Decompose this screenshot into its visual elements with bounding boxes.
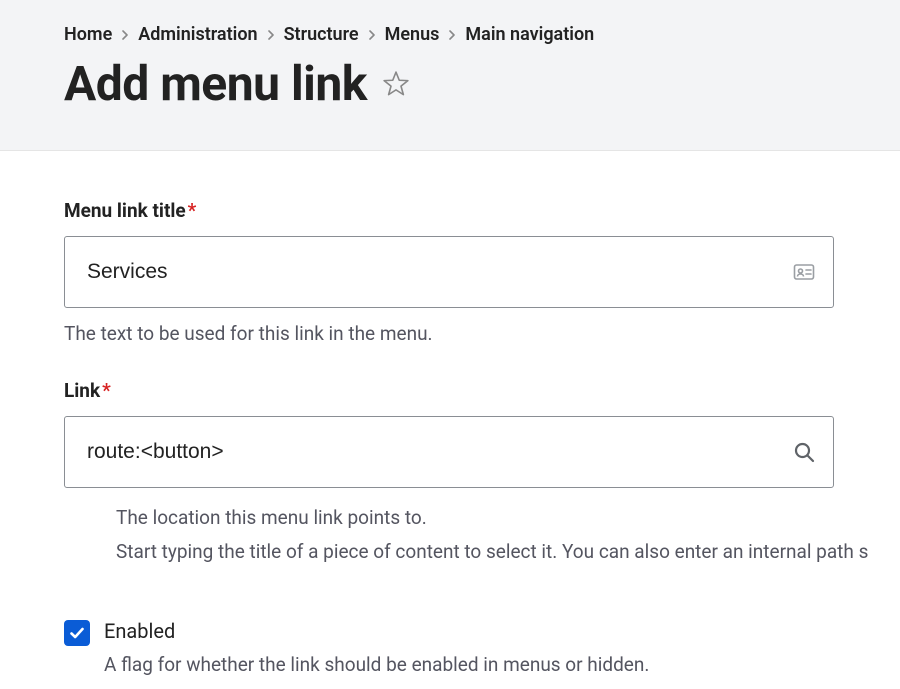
form-item-enabled: Enabled A flag for whether the link shou… <box>64 619 900 676</box>
breadcrumb: Home Administration Structure Menus Main… <box>64 24 900 45</box>
search-icon <box>792 440 816 464</box>
link-description-item: Start typing the title of a piece of con… <box>116 538 900 566</box>
link-label: Link* <box>64 379 900 402</box>
chevron-right-icon <box>266 30 276 40</box>
menu-link-title-label: Menu link title* <box>64 199 900 222</box>
page-title-row: Add menu link <box>64 55 900 112</box>
breadcrumb-item-main-navigation[interactable]: Main navigation <box>465 24 594 45</box>
breadcrumb-item-home[interactable]: Home <box>64 24 112 45</box>
form-item-menu-link-title: Menu link title* The text to be used for… <box>64 199 900 345</box>
link-input[interactable] <box>64 416 834 488</box>
required-marker: * <box>188 199 197 222</box>
chevron-right-icon <box>367 30 377 40</box>
breadcrumb-item-structure[interactable]: Structure <box>284 24 359 45</box>
chevron-right-icon <box>447 30 457 40</box>
required-marker: * <box>102 379 111 402</box>
link-description-list: The location this menu link points to. S… <box>64 504 900 565</box>
id-card-icon <box>792 260 816 284</box>
label-text: Link <box>64 379 100 402</box>
enabled-checkbox[interactable] <box>64 620 90 646</box>
breadcrumb-item-administration[interactable]: Administration <box>138 24 257 45</box>
link-description-item: The location this menu link points to. <box>116 504 900 532</box>
form-item-link: Link* The location this menu link points… <box>64 379 900 565</box>
page-title: Add menu link <box>64 55 367 112</box>
menu-link-title-input-wrap <box>64 236 834 308</box>
form-region: Menu link title* The text to be used for… <box>0 151 900 676</box>
link-input-wrap <box>64 416 834 488</box>
star-icon[interactable] <box>381 69 411 99</box>
label-text: Menu link title <box>64 199 186 222</box>
chevron-right-icon <box>120 30 130 40</box>
enabled-label[interactable]: Enabled <box>104 619 649 643</box>
enabled-text: Enabled A flag for whether the link shou… <box>104 619 649 676</box>
header-region: Home Administration Structure Menus Main… <box>0 0 900 151</box>
enabled-description: A flag for whether the link should be en… <box>104 653 649 676</box>
menu-link-title-input[interactable] <box>64 236 834 308</box>
menu-link-title-description: The text to be used for this link in the… <box>64 322 900 345</box>
breadcrumb-item-menus[interactable]: Menus <box>385 24 440 45</box>
